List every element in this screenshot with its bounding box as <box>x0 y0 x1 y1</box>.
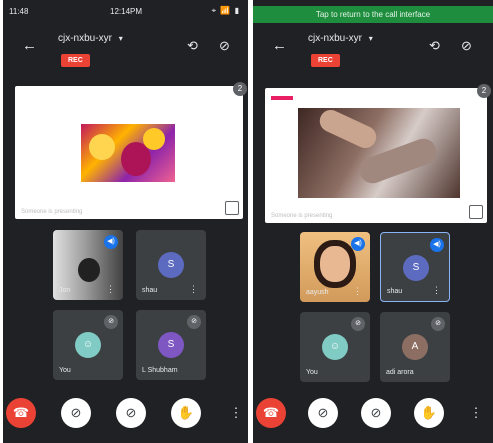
participant-tile[interactable]: ☺ ⊘ You <box>53 310 123 380</box>
participant-name: L Shubham <box>142 367 178 374</box>
return-to-call-banner[interactable]: Tap to return to the call interface <box>253 6 493 23</box>
chevron-down-icon: ▾ <box>118 34 123 43</box>
slide-photo <box>298 108 460 198</box>
recording-badge: REC <box>311 54 340 67</box>
meeting-code: cjx-nxbu-xyr <box>308 33 362 44</box>
more-options-icon[interactable]: ⋮ <box>189 284 198 295</box>
audio-off-icon[interactable]: ⊘ <box>219 38 230 54</box>
presentation-caption: Someone is presenting <box>271 213 333 219</box>
slide-accent-bar <box>271 96 293 100</box>
participant-tile[interactable]: S shau ⋮ <box>136 230 206 300</box>
presentation-caption: Someone is presenting <box>21 209 83 215</box>
recording-badge: REC <box>61 54 90 67</box>
participant-tile[interactable]: S ⊘ L Shubham <box>136 310 206 380</box>
presentation-view[interactable]: Someone is presenting 2 <box>265 84 491 223</box>
switch-camera-icon[interactable]: ⟲ <box>187 38 198 54</box>
meeting-title[interactable]: cjx-nxbu-xyr ▾ <box>58 33 123 44</box>
avatar: S <box>158 332 184 358</box>
participant-name: shau <box>387 288 403 295</box>
raise-hand-button[interactable]: ✋ <box>414 398 444 428</box>
more-options-icon[interactable]: ⋮ <box>353 286 362 297</box>
participant-name: You <box>59 367 71 374</box>
end-call-button[interactable]: ☎ <box>6 398 36 428</box>
avatar: S <box>158 252 184 278</box>
status-time: 11:48 <box>9 7 29 16</box>
switch-camera-icon[interactable]: ⟲ <box>429 38 440 54</box>
muted-icon: ⊘ <box>351 317 365 331</box>
more-options-icon[interactable]: ⋮ <box>432 285 441 296</box>
more-options-button[interactable]: ⋮ <box>221 398 248 428</box>
participant-tile[interactable]: A ⊘ adi arora <box>380 312 450 382</box>
status-bar: 11:48 12:14PM ⌖ 📶 ▮ <box>3 0 248 22</box>
presentation-view[interactable]: Someone is presenting 2 <box>15 82 247 219</box>
call-screen-right: Tap to return to the call interface ← cj… <box>253 0 493 443</box>
participant-tile[interactable]: ☺ ⊘ You <box>300 312 370 382</box>
participants-count-badge: 2 <box>477 84 491 98</box>
mic-off-button[interactable]: ⊘ <box>116 398 146 428</box>
more-options-button[interactable]: ⋮ <box>461 398 491 428</box>
raise-hand-button[interactable]: ✋ <box>171 398 201 428</box>
participant-name: Jon <box>59 287 71 294</box>
muted-icon: ⊘ <box>187 315 201 329</box>
participant-name: shau <box>142 287 158 294</box>
end-call-button[interactable]: ☎ <box>256 398 286 428</box>
muted-icon: ⊘ <box>431 317 445 331</box>
status-clock: 12:14PM <box>110 7 143 16</box>
back-arrow-icon[interactable]: ← <box>22 37 37 54</box>
speaking-icon: ◀) <box>104 235 118 249</box>
camera-off-button[interactable]: ⊘ <box>308 398 338 428</box>
muted-icon: ⊘ <box>104 315 118 329</box>
participant-name: adi arora <box>386 369 414 376</box>
avatar: A <box>402 334 428 360</box>
participants-count-badge: 2 <box>233 82 247 96</box>
audio-off-icon[interactable]: ⊘ <box>461 38 472 54</box>
signal-icons: ⌖ 📶 ▮ <box>211 6 240 15</box>
participant-tile[interactable]: S ◀) shau ⋮ <box>380 232 450 302</box>
camera-off-button[interactable]: ⊘ <box>61 398 91 428</box>
back-arrow-icon[interactable]: ← <box>272 37 287 54</box>
participant-tile[interactable]: ◀) aayush ⋮ <box>300 232 370 302</box>
call-screen-left: 11:48 12:14PM ⌖ 📶 ▮ ← cjx-nxbu-xyr ▾ REC… <box>3 0 248 443</box>
fullscreen-icon[interactable] <box>225 201 239 215</box>
participant-name: You <box>306 369 318 376</box>
speaking-icon: ◀) <box>430 238 444 252</box>
avatar: S <box>403 255 429 281</box>
participant-name: aayush <box>306 289 329 296</box>
participant-tile[interactable]: ◀) Jon ⋮ <box>53 230 123 300</box>
meeting-title[interactable]: cjx-nxbu-xyr ▾ <box>308 33 373 44</box>
more-options-icon[interactable]: ⋮ <box>106 284 115 295</box>
avatar: ☺ <box>75 332 101 358</box>
avatar: ☺ <box>322 334 348 360</box>
fullscreen-icon[interactable] <box>469 205 483 219</box>
meeting-code: cjx-nxbu-xyr <box>58 33 112 44</box>
slide-image <box>81 124 175 182</box>
chevron-down-icon: ▾ <box>368 34 373 43</box>
mic-off-button[interactable]: ⊘ <box>361 398 391 428</box>
speaking-icon: ◀) <box>351 237 365 251</box>
